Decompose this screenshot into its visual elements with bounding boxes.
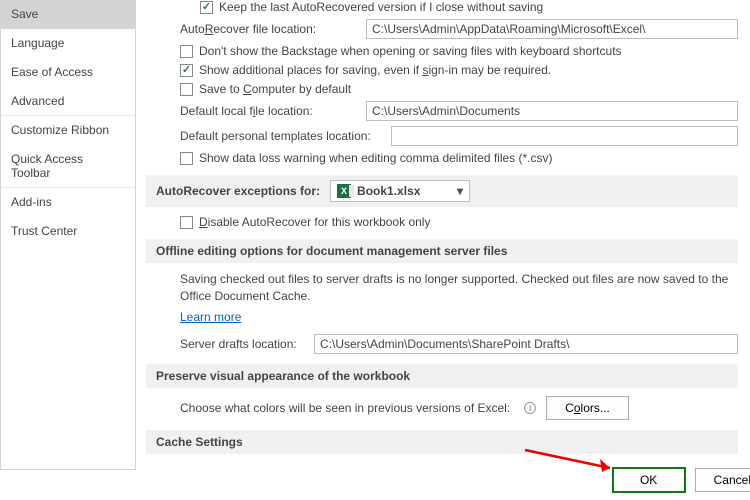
show-additional-label: Show additional places for saving, even … — [199, 63, 551, 77]
sidebar-item-add-ins[interactable]: Add-ins — [1, 188, 135, 217]
keep-last-label: Keep the last AutoRecovered version if I… — [219, 0, 543, 14]
cancel-button[interactable]: Cancel — [695, 468, 750, 492]
workbook-name: Book1.xlsx — [357, 184, 420, 198]
sidebar-item-quick-access[interactable]: Quick Access Toolbar — [1, 145, 135, 188]
save-to-computer-label: Save to Computer by default — [199, 82, 351, 96]
dont-show-backstage-label: Don't show the Backstage when opening or… — [199, 44, 622, 58]
autorecover-exceptions-header: AutoRecover exceptions for: — [156, 184, 320, 198]
show-additional-checkbox[interactable] — [180, 64, 193, 77]
autorecover-location-label: AutoRecover file location: — [180, 22, 360, 36]
autorecover-location-input[interactable] — [366, 19, 738, 39]
default-local-label: Default local file location: — [180, 104, 360, 118]
sidebar-item-save[interactable]: Save — [1, 0, 135, 29]
options-panel: Keep the last AutoRecovered version if I… — [136, 0, 750, 470]
cache-header: Cache Settings — [156, 435, 243, 449]
workbook-select[interactable]: X Book1.xlsx — [330, 180, 470, 202]
default-templates-input[interactable] — [391, 126, 738, 146]
sidebar-item-customize-ribbon[interactable]: Customize Ribbon — [1, 116, 135, 145]
learn-more-link[interactable]: Learn more — [180, 310, 241, 324]
server-drafts-label: Server drafts location: — [180, 337, 308, 351]
sidebar-item-advanced[interactable]: Advanced — [1, 87, 135, 116]
dont-show-backstage-checkbox[interactable] — [180, 45, 193, 58]
data-loss-checkbox[interactable] — [180, 152, 193, 165]
colors-button[interactable]: Colors... — [546, 396, 629, 420]
choose-colors-label: Choose what colors will be seen in previ… — [180, 401, 510, 415]
sidebar-item-trust-center[interactable]: Trust Center — [1, 217, 135, 246]
preserve-header: Preserve visual appearance of the workbo… — [156, 369, 410, 383]
keep-last-checkbox[interactable] — [200, 1, 213, 14]
offline-body: Saving checked out files to server draft… — [180, 271, 738, 305]
sidebar-item-ease-of-access[interactable]: Ease of Access — [1, 58, 135, 87]
server-drafts-input[interactable] — [314, 334, 738, 354]
disable-autorecover-label: Disable AutoRecover for this workbook on… — [199, 215, 430, 229]
info-icon[interactable]: i — [524, 402, 536, 414]
default-local-input[interactable] — [366, 101, 738, 121]
excel-icon: X — [337, 184, 351, 198]
disable-autorecover-checkbox[interactable] — [180, 216, 193, 229]
save-to-computer-checkbox[interactable] — [180, 83, 193, 96]
sidebar-item-language[interactable]: Language — [1, 29, 135, 58]
ok-button[interactable]: OK — [613, 468, 685, 492]
offline-header: Offline editing options for document man… — [156, 244, 507, 258]
options-sidebar: Save Language Ease of Access Advanced Cu… — [0, 0, 136, 470]
default-templates-label: Default personal templates location: — [180, 129, 385, 143]
data-loss-label: Show data loss warning when editing comm… — [199, 151, 553, 165]
